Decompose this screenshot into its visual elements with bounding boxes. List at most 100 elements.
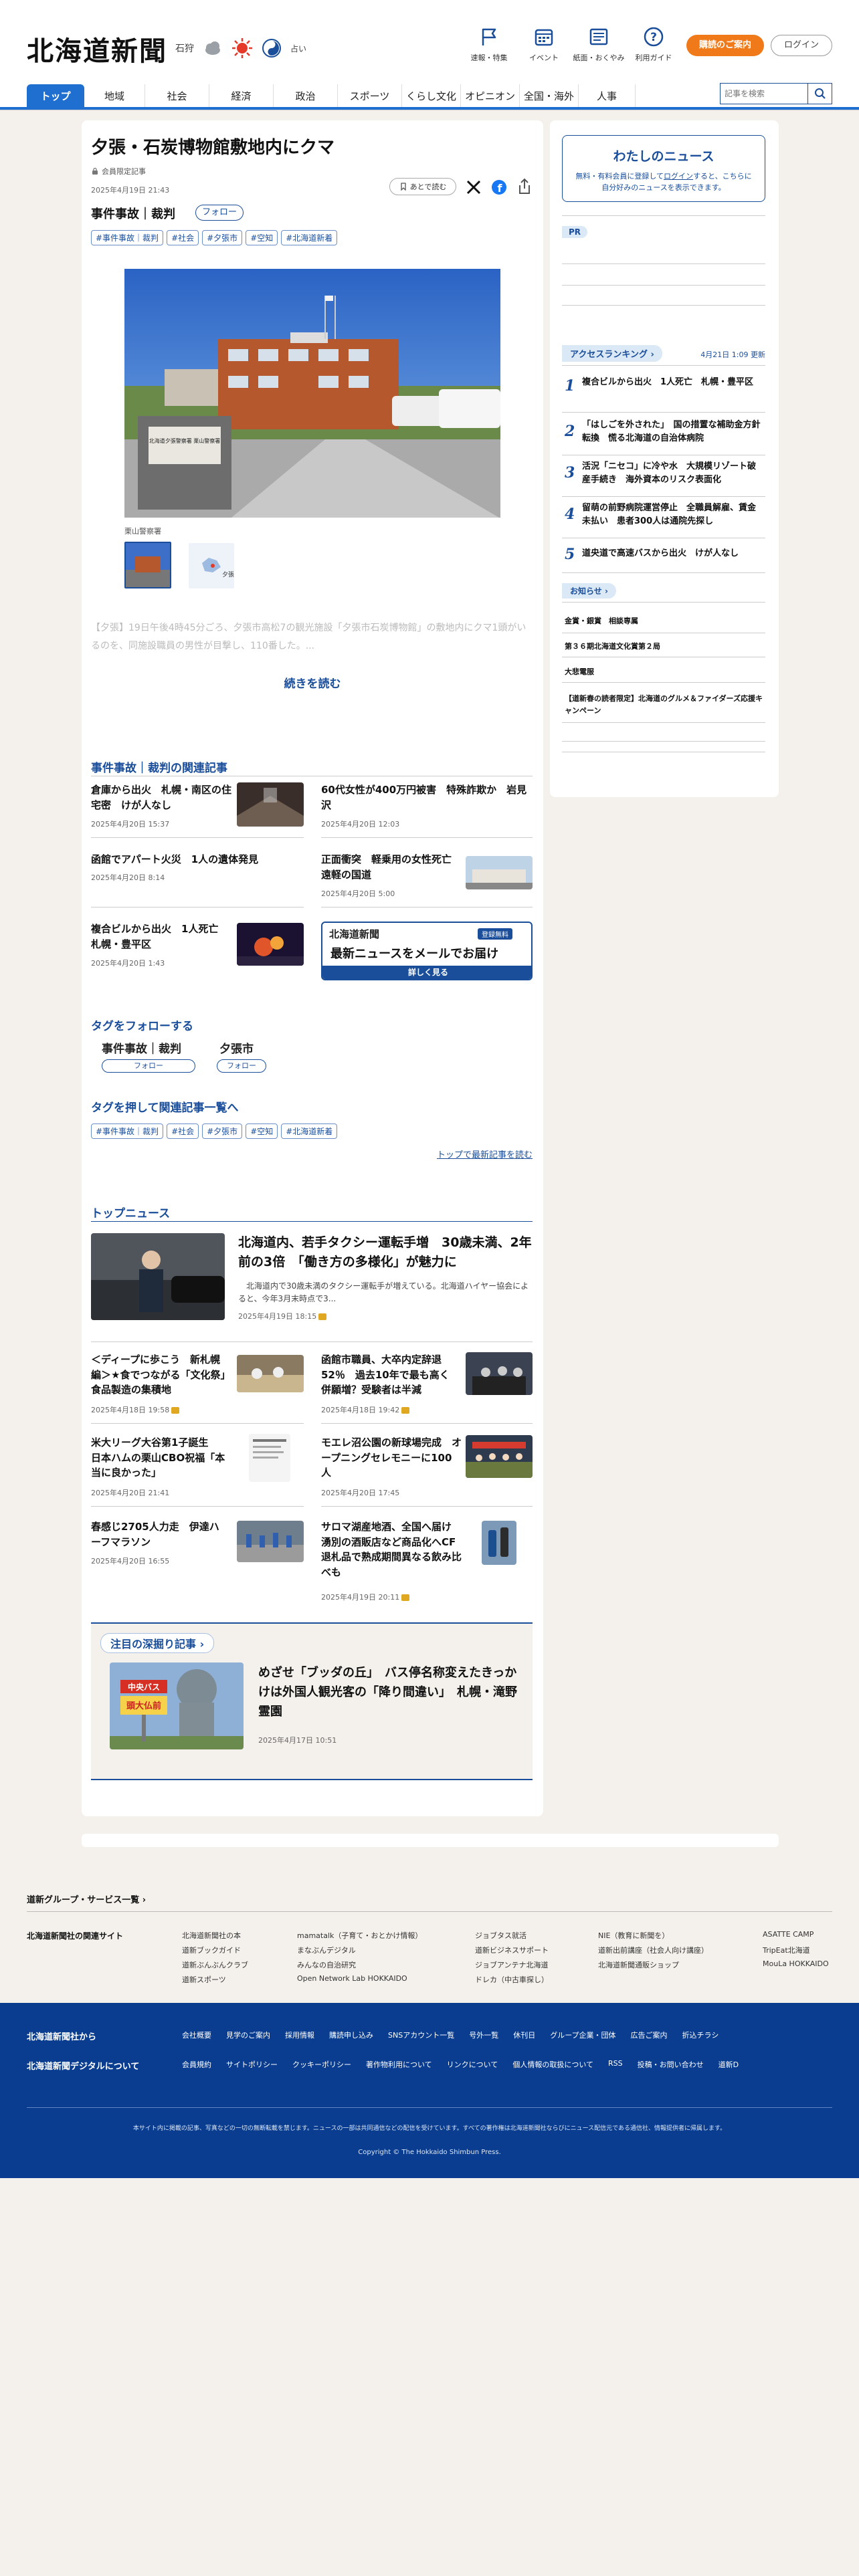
tab-national[interactable]: 全国・海外 (519, 84, 578, 107)
group-services-heading[interactable]: 道新グループ・サービス一覧 › (27, 1893, 146, 1905)
related-site-link[interactable]: まなぶんデジタル (297, 1945, 356, 1955)
rank-item-title[interactable]: 「はしごを外された」 国の措置な補助金方針転換 慌る北海道の自治体病院 (582, 419, 764, 445)
top-news-lead-title[interactable]: 北海道内、若手タクシー運転手増 30歳未満、2年前の3倍 「働き方の多様化」が魅… (238, 1233, 533, 1273)
tab-personnel[interactable]: 人事 (578, 84, 636, 107)
top-news-item-title[interactable]: モエレ沼公園の新球場完成 オープニングセレモニーに100人 (321, 1435, 462, 1481)
header-nav-breaking[interactable]: 速報・特集 (462, 25, 516, 63)
related-site-link[interactable]: ドレカ（中古車探し） (475, 1974, 549, 1985)
tab-top[interactable]: トップ (27, 84, 84, 107)
related-site-link[interactable]: ジョブタス就活 (475, 1930, 527, 1941)
related-site-link[interactable]: 道新スポーツ (182, 1974, 226, 1985)
related-item-title[interactable]: 複合ビルから出火 1人死亡 札幌・豊平区 (91, 922, 231, 952)
footer-link[interactable]: サイトポリシー (226, 2059, 278, 2070)
related-site-link[interactable]: 北海道新聞通販ショップ (598, 1959, 679, 1970)
rank-item-title[interactable]: 留萌の前野病院運営停止 全職員解雇、賃金未払い 患者300人は通院先探し (582, 502, 764, 528)
notice-heading[interactable]: お知らせ › (562, 583, 616, 599)
top-news-item-thumb[interactable] (249, 1434, 290, 1482)
tab-opinion[interactable]: オピニオン (460, 84, 519, 107)
notice-item[interactable]: 大悲電服 (565, 666, 763, 678)
related-item-title[interactable]: 60代女性が400万円被害 特殊詐欺か 岩見沢 (321, 782, 533, 813)
footer-link[interactable]: 見学のご案内 (226, 2030, 270, 2040)
read-later-button[interactable]: あとで読む (389, 178, 456, 195)
footer-link[interactable]: 会社概要 (182, 2030, 211, 2040)
rank-item-title[interactable]: 道央道で高速バスから出火 けが人なし (582, 547, 764, 560)
fortune-link[interactable]: 占い (290, 43, 306, 54)
login-button[interactable]: ログイン (771, 35, 832, 56)
footer-link[interactable]: 著作物利用について (366, 2059, 432, 2070)
tag-link[interactable]: #事件事故｜裁判 (91, 1123, 164, 1139)
tab-sports[interactable]: スポーツ (337, 84, 401, 107)
related-item-title[interactable]: 倉庫から出火 札幌・南区の住宅密 けが人なし (91, 782, 231, 813)
related-site-link[interactable]: NIE（教育に新聞を） (598, 1930, 669, 1941)
related-item-thumb[interactable] (466, 856, 533, 889)
footer-link[interactable]: SNSアカウント一覧 (388, 2030, 454, 2040)
site-logo[interactable]: 北海道新聞 (27, 29, 167, 68)
share-icon[interactable] (516, 178, 533, 195)
notice-item[interactable]: 第３６期北海道文化賞第２局 (565, 641, 763, 653)
photo-thumbnail-1[interactable] (124, 542, 171, 588)
footer-link[interactable]: クッキーポリシー (292, 2059, 351, 2070)
x-share-icon[interactable] (466, 179, 482, 195)
top-news-item-title[interactable]: サロマ湖産地酒、全国へ届け 湧別の酒販店など商品化へCF 退札品で熟成期間異なる… (321, 1519, 466, 1580)
top-news-item-title[interactable]: 春感じ2705人力走 伊達ハーフマラソン (91, 1519, 225, 1549)
related-site-link[interactable]: 北海道新聞社の本 (182, 1930, 241, 1941)
related-site-link[interactable]: ASATTE CAMP (763, 1930, 814, 1939)
tag-link[interactable]: #社会 (167, 230, 199, 245)
tag-link[interactable]: #社会 (167, 1123, 199, 1139)
header-nav-paper[interactable]: 紙面・おくやみ (571, 25, 626, 63)
tag-link[interactable]: #空知 (246, 1123, 278, 1139)
tab-region[interactable]: 地域 (84, 84, 145, 107)
fortune-icon[interactable] (261, 37, 282, 59)
top-news-item-thumb[interactable] (237, 1521, 304, 1562)
top-news-item-title[interactable]: ＜ディープに歩こう 新札幌編＞★食でつながる「文化祭」 食品製造の集積地 (91, 1352, 235, 1398)
read-more-link[interactable]: 続きを読む (82, 674, 543, 691)
tab-society[interactable]: 社会 (145, 84, 209, 107)
footer-link[interactable]: 購読申し込み (329, 2030, 373, 2040)
footer-link[interactable]: 会員規約 (182, 2059, 211, 2070)
related-site-link[interactable]: 道新出前講座（社会人向け講座） (598, 1945, 708, 1955)
related-site-link[interactable]: みんなの自治研究 (297, 1959, 356, 1970)
top-news-item-thumb[interactable] (466, 1435, 533, 1478)
footer-link[interactable]: 採用情報 (285, 2030, 314, 2040)
email-newsletter-banner[interactable]: 北海道新聞 登録無料 最新ニュースをメールでお届け 詳しく見る (321, 922, 533, 980)
top-news-item-title[interactable]: 函館市職員、大卒内定辞退52％ 過去10年で最も高く 併願増？受験者は半減 (321, 1352, 462, 1398)
rank-item-title[interactable]: 複合ビルから出火 1人死亡 札幌・豊平区 (582, 376, 764, 389)
header-nav-guide[interactable]: ? 利用ガイド (626, 25, 681, 63)
deep-dive-heading[interactable]: 注目の深掘り記事 › (100, 1633, 215, 1653)
related-site-link[interactable]: MouLa HOKKAIDO (763, 1959, 829, 1968)
facebook-share-icon[interactable]: f (491, 179, 507, 195)
footer-link[interactable]: グループ企業・団体 (550, 2030, 615, 2040)
notice-item[interactable]: 【道新春の読者限定】北海道のグルメ＆ファイダーズ応援キャンペーン (565, 693, 763, 716)
top-news-item-thumb[interactable] (237, 1355, 304, 1392)
article-main-photo[interactable]: 北海道夕張警察署 栗山警察署 (124, 269, 500, 518)
related-site-link[interactable]: mamatalk（子育て・おとかけ情報） (297, 1930, 422, 1941)
tag-link[interactable]: #北海道新着 (281, 230, 338, 245)
rank-item-title[interactable]: 活況「ニセコ」に冷や水 大規模リゾート破産手続き 海外資本のリスク表面化 (582, 460, 764, 487)
tag-link[interactable]: #事件事故｜裁判 (91, 230, 164, 245)
related-site-link[interactable]: TripEat北海道 (763, 1945, 810, 1955)
weather-region[interactable]: 石狩 (175, 41, 194, 55)
tag-link[interactable]: #夕張市 (202, 230, 243, 245)
deep-dive-photo[interactable]: 中央バス 頭大仏前 (110, 1662, 244, 1749)
my-news-login-link[interactable]: ログイン (664, 172, 693, 181)
article-category[interactable]: 事件事故｜裁判 (91, 205, 175, 222)
banner-cta[interactable]: 詳しく見る (322, 966, 531, 979)
latest-articles-link[interactable]: トップで最新記事を読む (437, 1148, 533, 1160)
tab-politics[interactable]: 政治 (273, 84, 337, 107)
related-site-link[interactable]: 道新ブックガイド (182, 1945, 241, 1955)
search-input[interactable] (721, 84, 807, 104)
top-news-item-thumb[interactable] (482, 1521, 516, 1565)
tag-link[interactable]: #空知 (246, 230, 278, 245)
footer-link[interactable]: 個人情報の取扱について (512, 2059, 593, 2070)
top-news-item-thumb[interactable] (466, 1352, 533, 1395)
footer-link[interactable]: RSS (608, 2059, 623, 2070)
footer-link[interactable]: 投稿・お問い合わせ (638, 2059, 704, 2070)
related-item-title[interactable]: 正面衝突 軽乗用の女性死亡 遠軽の国道 (321, 852, 462, 882)
footer-link[interactable]: 広告ご案内 (631, 2030, 668, 2040)
related-item-title[interactable]: 函館でアパート火災 1人の遺体発見 (91, 852, 304, 867)
tab-economy[interactable]: 経済 (209, 84, 273, 107)
photo-thumbnail-2[interactable]: 夕張市 (189, 543, 234, 588)
notice-item[interactable]: 金賞・銀賞 相談専属 (565, 615, 763, 627)
tag-link[interactable]: #北海道新着 (281, 1123, 338, 1139)
related-site-link[interactable]: 道新ぶんぶんクラブ (182, 1959, 248, 1970)
